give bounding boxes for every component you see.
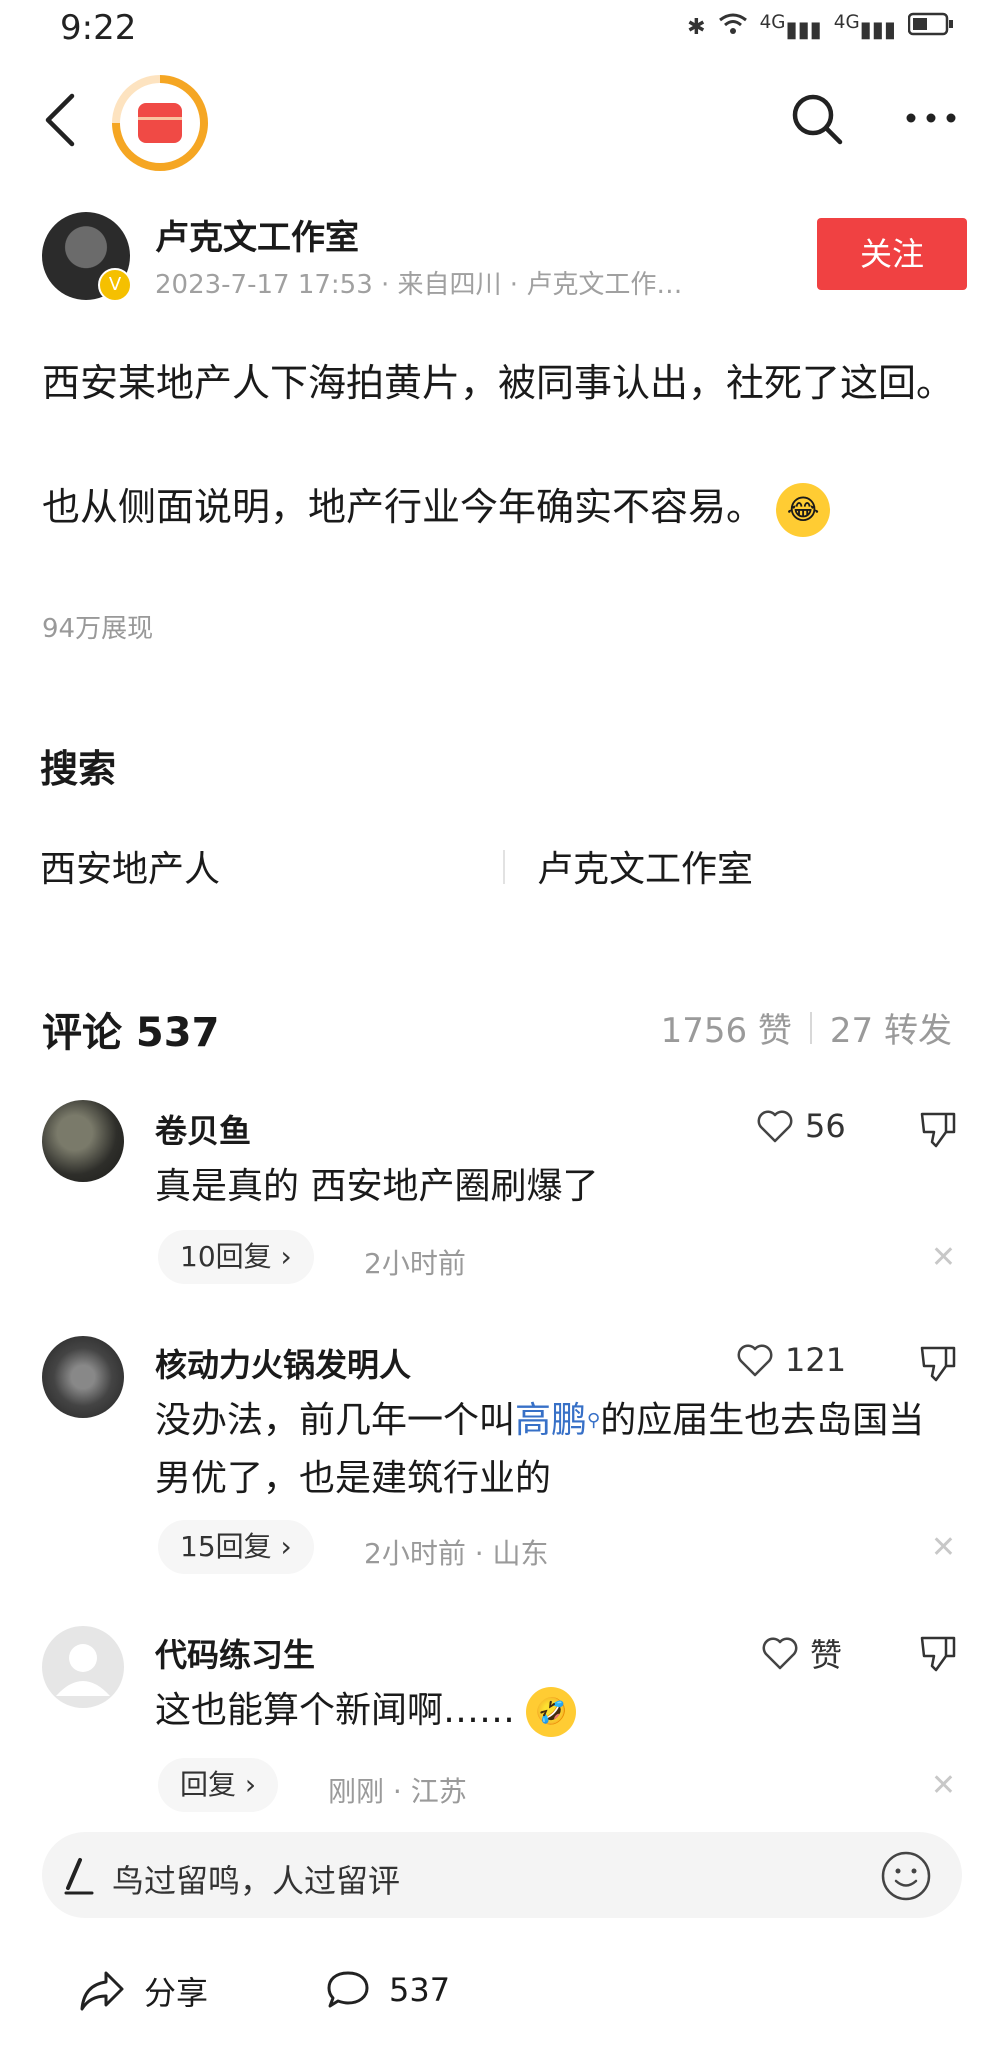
- red-packet-avatar[interactable]: [112, 75, 208, 171]
- back-arrow-icon: [45, 93, 75, 147]
- comments-button[interactable]: 537: [325, 1968, 450, 2012]
- back-button[interactable]: [40, 92, 80, 152]
- comment-like-button[interactable]: 121: [735, 1340, 846, 1380]
- smiley-icon: [881, 1851, 931, 1901]
- pen-icon: [62, 1856, 96, 1900]
- like-count: 121: [785, 1341, 847, 1379]
- bluetooth-icon: ✱: [687, 14, 706, 40]
- comment-time: 2小时前 · 山东: [364, 1537, 549, 1570]
- search-small-icon: ⚲: [587, 1410, 601, 1431]
- reply-count-button[interactable]: 10回复 ›: [158, 1230, 314, 1284]
- comments-title: 评论 537: [42, 1010, 220, 1056]
- comment-bubble-icon: [327, 1971, 369, 2008]
- heart-icon: [737, 1344, 773, 1377]
- thumbs-down-icon: [920, 1636, 956, 1672]
- dismiss-comment-icon[interactable]: ✕: [931, 1768, 956, 1803]
- post-meta: 2023-7-17 17:53 · 来自四川 · 卢克文工作…: [155, 270, 683, 300]
- comment-text: 这也能算个新闻啊…… 🤣: [155, 1682, 935, 1740]
- red-packet-icon: [138, 103, 182, 143]
- divider: [809, 1011, 812, 1044]
- laughing-emoji-icon: 🤣: [526, 1687, 577, 1737]
- commenter-avatar-default[interactable]: [42, 1626, 124, 1708]
- search-suggestion-2[interactable]: 卢克文工作室: [537, 840, 753, 892]
- dismiss-comment-icon[interactable]: ✕: [931, 1530, 956, 1565]
- search-section-title: 搜索: [40, 747, 117, 791]
- comment-text: 没办法，前几年一个叫高鹏⚲的应届生也去岛国当男优了，也是建筑行业的: [155, 1400, 925, 1499]
- commenter-name[interactable]: 卷贝鱼: [155, 1106, 251, 1152]
- emoji-button[interactable]: [880, 1850, 932, 1906]
- comment-stats: 1756 赞 27 转发: [661, 1003, 952, 1052]
- status-time: 9:22: [60, 8, 137, 48]
- comment-time: 刚刚 · 江苏: [328, 1775, 467, 1808]
- comment-like-button[interactable]: 56: [755, 1106, 846, 1146]
- total-likes: 1756 赞: [660, 1011, 792, 1051]
- follow-button[interactable]: 关注: [817, 218, 967, 290]
- heart-icon: [757, 1110, 793, 1143]
- divider: [503, 850, 505, 884]
- dislike-button[interactable]: [918, 1632, 958, 1678]
- dislike-button[interactable]: [918, 1342, 958, 1388]
- thumbs-down-icon: [920, 1112, 956, 1148]
- share-button[interactable]: 分享: [78, 1968, 208, 2014]
- reply-button[interactable]: 回复 ›: [158, 1758, 279, 1812]
- commenter-avatar[interactable]: [42, 1100, 124, 1182]
- share-label: 分享: [144, 1974, 209, 2012]
- default-user-icon: [56, 1644, 110, 1696]
- commenter-name[interactable]: 代码练习生: [155, 1630, 315, 1676]
- search-link[interactable]: 高鹏: [515, 1400, 587, 1441]
- dislike-button[interactable]: [918, 1108, 958, 1154]
- comment-count: 537: [389, 1971, 451, 2009]
- post-paragraph-1: 西安某地产人下海拍黄片，被同事认出，社死了这回。: [42, 361, 955, 405]
- status-icons: ✱ 4G▮▮▮ 4G▮▮▮: [687, 12, 954, 42]
- battery-icon: [907, 12, 954, 42]
- commenter-name[interactable]: 核动力火锅发明人: [155, 1340, 411, 1386]
- post-paragraph-2: 也从侧面说明，地产行业今年确实不容易。 😂: [42, 476, 962, 538]
- reply-count-button[interactable]: 15回复 ›: [158, 1520, 314, 1574]
- verified-badge-icon: V: [98, 268, 132, 302]
- signal-icon-2: 4G▮▮▮: [833, 12, 896, 43]
- view-count: 94万展现: [42, 614, 154, 644]
- comment-text: 真是真的 西安地产圈刷爆了: [155, 1166, 599, 1207]
- share-icon: [80, 1971, 124, 2011]
- like-count: 56: [805, 1107, 846, 1145]
- laughing-crying-emoji-icon: 😂: [776, 482, 831, 537]
- commenter-avatar[interactable]: [42, 1336, 124, 1418]
- comment-time: 2小时前: [364, 1247, 466, 1280]
- post-content: 西安某地产人下海拍黄片，被同事认出，社死了这回。 也从侧面说明，地产行业今年确实…: [42, 352, 962, 538]
- more-button[interactable]: [905, 108, 957, 132]
- total-shares: 27 转发: [829, 1011, 952, 1051]
- like-label: 赞: [810, 1636, 843, 1674]
- dismiss-comment-icon[interactable]: ✕: [931, 1240, 956, 1275]
- search-icon: [792, 94, 843, 145]
- search-suggestion-1[interactable]: 西安地产人: [40, 840, 220, 892]
- thumbs-down-icon: [920, 1346, 956, 1382]
- more-dots-icon: [906, 113, 956, 123]
- heart-icon: [762, 1637, 798, 1670]
- comment-like-button[interactable]: 赞: [760, 1630, 842, 1676]
- author-name[interactable]: 卢克文工作室: [155, 210, 359, 259]
- search-button[interactable]: [790, 92, 844, 150]
- signal-icon: 4G▮▮▮: [759, 12, 822, 43]
- comment-input-placeholder: 鸟过留鸣，人过留评: [112, 1862, 401, 1900]
- wifi-icon: [718, 12, 748, 42]
